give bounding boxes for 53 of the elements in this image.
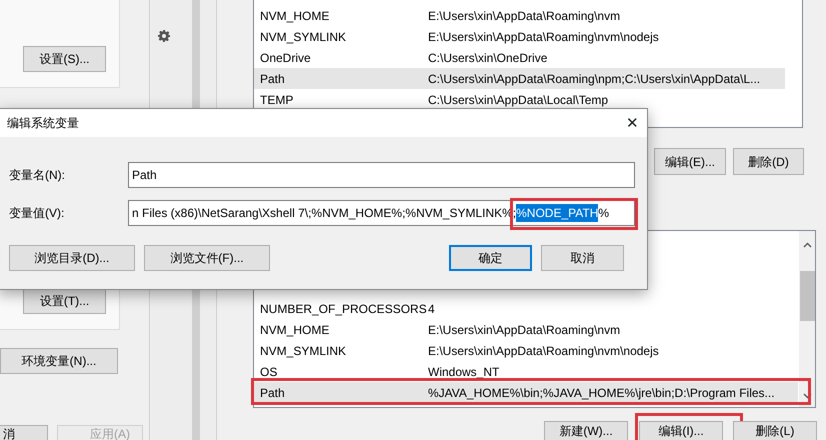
variable-value: E:\Users\xin\AppData\Roaming\nvm\nodejs [428,342,659,360]
dialog-button[interactable]: 确定 [448,245,532,271]
name-field[interactable]: Path [128,162,635,188]
list-button[interactable]: 新建(W)... [544,421,628,440]
field-label: 变量名(N): [9,167,66,184]
edit-button[interactable]: 编辑(E)... [654,148,726,175]
variable-value: C:\Users\xin\AppData\Roaming\npm;C:\Users\xin\AppData\L... [428,70,760,88]
list-row[interactable]: NVM_HOME E:\Users\xin\AppData\Roaming\nvm [254,319,798,340]
footer-button[interactable]: 消 [0,425,48,440]
list-row[interactable]: OneDrive C:\Users\xin\OneDrive [254,47,785,68]
variable-name: NVM_SYMLINK [259,28,348,46]
list-row[interactable]: NUMBER_OF_PROCESSORS4 [254,298,798,319]
variable-value: E:\Users\xin\AppData\Roaming\nvm\nodejs [428,28,659,46]
close-button[interactable]: ✕ [626,116,639,130]
variable-value: C:\Users\xin\OneDrive [428,50,548,66]
variable-name: TEMP [259,92,294,108]
variable-value: E:\Users\xin\AppData\Roaming\nvm [428,322,620,338]
scroll-up-icon[interactable] [803,242,812,248]
settings-button[interactable]: 环境变量(N)... [0,348,118,374]
variable-value: C:\Users\xin\AppData\Local\Temp [428,92,608,108]
list-row[interactable]: Path %JAVA_HOME%\bin;%JAVA_HOME%\jre\bin;D:\Program Files... [254,382,798,403]
scroll-thumb[interactable] [800,271,815,321]
gear-icon[interactable] [158,30,170,42]
list-row[interactable]: OS Windows_NT [254,361,798,382]
scroll-down-icon[interactable] [803,393,812,399]
edit-button[interactable]: 删除(D) [733,148,804,175]
list-row[interactable]: NVM_SYMLINK E:\Users\xin\AppData\Roaming\nvm\nodejs [254,340,798,361]
variable-value: 4 [428,300,435,318]
variable-name: NVM_HOME [259,8,330,24]
variable-name: NUMBER_OF_PROCESSORS [259,300,428,318]
list-row[interactable]: NVM_HOME E:\Users\xin\AppData\Roaming\nvm [254,5,785,26]
field-label: 变量值(V): [9,205,66,222]
list-row[interactable]: NVM_SYMLINK E:\Users\xin\AppData\Roaming\nvm\nodejs [254,26,785,47]
variable-name: Path [259,384,286,402]
dialog-button[interactable]: 浏览目录(D)... [9,245,135,271]
selected-text: %NODE_PATH [516,204,598,222]
list-button[interactable]: 编辑(I)... [639,421,723,440]
variable-name: OneDrive [259,50,312,66]
settings-button[interactable]: 设置(S)... [23,46,106,72]
variable-name: OS [259,364,278,380]
dialog-button[interactable]: 取消 [541,245,624,271]
dialog-title: 编辑系统变量 [7,115,79,132]
list-row[interactable]: TEMP C:\Users\xin\AppData\Local\Temp [254,89,785,110]
variable-name: Path [259,70,286,88]
settings-button[interactable]: 设置(T)... [23,288,106,314]
variable-name: NVM_SYMLINK [259,342,348,360]
variable-value: E:\Users\xin\AppData\Roaming\nvm [428,8,620,24]
variable-value: Windows_NT [428,364,500,380]
variable-name: NVM_HOME [259,322,330,338]
list-row[interactable]: Path C:\Users\xin\AppData\Roaming\npm;C:\Users\xin\AppData\L... [254,68,785,89]
dialog-button[interactable]: 浏览文件(F)... [144,245,270,271]
list-button[interactable]: 删除(L) [733,421,817,440]
variable-value: %JAVA_HOME%\bin;%JAVA_HOME%\jre\bin;D:\Program Files... [428,384,775,402]
